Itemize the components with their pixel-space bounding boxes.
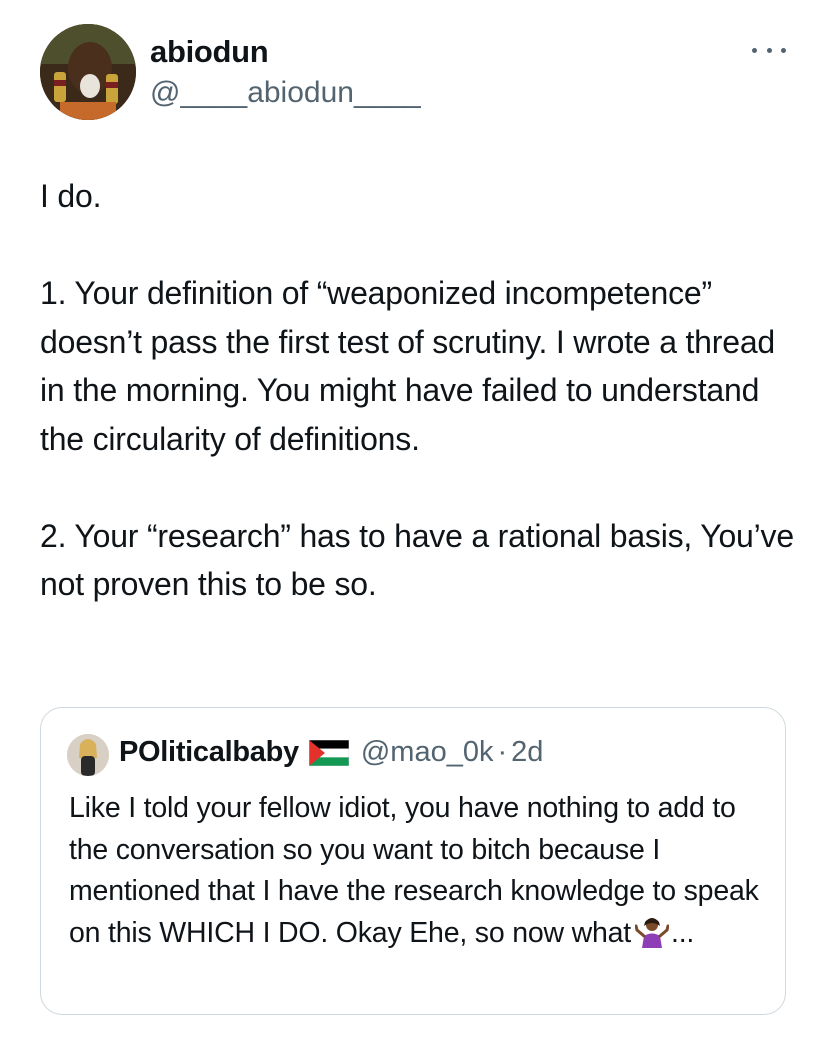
person-shrugging-emoji [635,917,669,948]
quoted-text-ellipsis: ... [671,916,695,949]
quoted-display-name[interactable]: POliticalbaby [119,736,299,769]
quoted-header: POliticalbaby @mao_0k · 2d [119,736,543,769]
quoted-separator: · [497,736,508,768]
quoted-handle[interactable]: @mao_0k [361,736,494,769]
more-dot [752,47,757,53]
more-dot [781,47,786,53]
author-handle[interactable]: @____abiodun____ [150,76,421,110]
avatar-image [40,24,136,120]
author-avatar[interactable] [40,24,136,120]
more-options-icon[interactable] [752,38,786,62]
more-dot [766,47,772,53]
quoted-tweet[interactable]: POliticalbaby @mao_0k · 2d Like I told y… [40,707,786,1015]
palestine-flag-icon [308,739,349,766]
quoted-avatar-image [67,734,109,776]
tweet-text: I do. 1. Your definition of “weaponized … [40,178,794,602]
quoted-text: Like I told your fellow idiot, you have … [69,788,769,954]
quoted-timestamp[interactable]: 2d [511,736,543,769]
author-display-name[interactable]: abiodun [150,34,269,70]
quoted-author-avatar[interactable] [67,734,109,776]
